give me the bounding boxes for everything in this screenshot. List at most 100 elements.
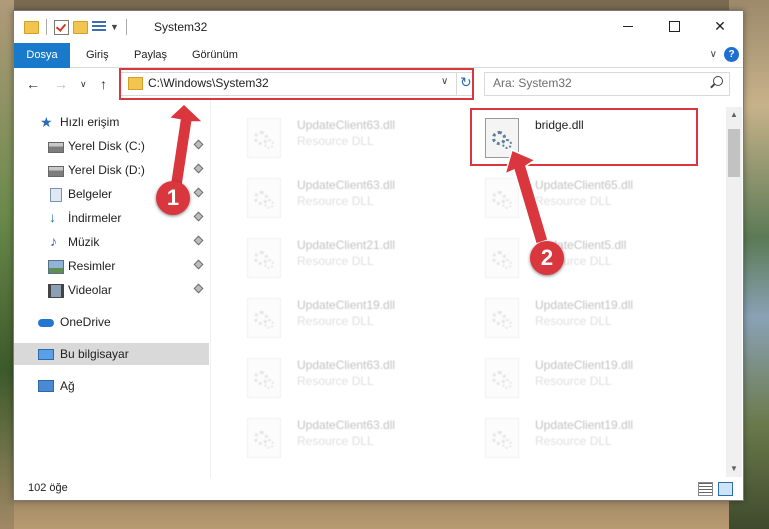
maximize-button[interactable] <box>651 11 697 41</box>
file-item[interactable]: UpdateClient19.dll Resource DLL <box>211 290 421 346</box>
file-type: Resource DLL <box>297 134 374 148</box>
dll-file-icon <box>247 358 281 398</box>
address-bar-highlight <box>119 68 474 100</box>
window-title: System32 <box>154 20 208 34</box>
back-arrow-icon[interactable]: ← <box>26 76 40 92</box>
file-name: UpdateClient63.dll <box>297 358 396 372</box>
sidebar-item-label: İndirmeler <box>68 211 122 225</box>
sidebar-item-label: OneDrive <box>60 315 111 329</box>
file-item[interactable]: UpdateClient21.dll Resource DLL <box>211 230 421 286</box>
file-name: UpdateClient65.dll <box>535 178 634 192</box>
search-box[interactable] <box>484 72 730 96</box>
details-view-icon[interactable] <box>698 482 713 496</box>
pictures-icon <box>48 260 64 274</box>
scrollbar-thumb[interactable] <box>728 129 740 177</box>
dll-file-icon <box>485 358 519 398</box>
sidebar-item-label: Ağ <box>60 379 75 393</box>
file-item[interactable]: UpdateClient19.dll Resource DLL <box>449 350 659 406</box>
window-controls: ✕ <box>605 11 743 41</box>
close-button[interactable]: ✕ <box>697 11 743 41</box>
sidebar-item-network[interactable]: Ağ <box>14 375 209 397</box>
large-icons-view-icon[interactable] <box>718 482 733 496</box>
sidebar-item-label: Yerel Disk (D:) <box>68 163 145 177</box>
file-item[interactable]: UpdateClient19.dll Resource DLL <box>449 290 659 346</box>
file-item[interactable]: UpdateClient63.dll Resource DLL <box>211 110 421 166</box>
minimize-button[interactable] <box>605 11 651 41</box>
this-pc-icon <box>38 349 54 360</box>
minimize-icon <box>623 25 633 27</box>
sidebar-item-music[interactable]: ♪ Müzik <box>14 231 209 253</box>
tab-view[interactable]: Görünüm <box>184 43 246 67</box>
navigation-pane: ★ Hızlı erişim Yerel Disk (C:) Yerel Dis… <box>14 107 209 477</box>
recent-locations-chevron-icon[interactable]: ∨ <box>80 79 87 90</box>
pin-icon[interactable] <box>193 187 204 198</box>
local-disk-icon <box>48 166 64 177</box>
vertical-scrollbar[interactable]: ▲ ▼ <box>726 107 742 477</box>
documents-icon <box>50 188 62 202</box>
properties-check-icon[interactable] <box>54 19 69 35</box>
status-bar: 102 öğe <box>14 478 743 500</box>
forward-arrow-icon[interactable]: → <box>54 76 68 92</box>
sidebar-item-label: Videolar <box>68 283 112 297</box>
quick-access-toolbar: ▼ <box>24 19 130 35</box>
file-item[interactable]: UpdateClient65.dll Resource DLL <box>449 170 659 226</box>
pin-icon[interactable] <box>193 283 204 294</box>
up-arrow-icon[interactable]: ↑ <box>100 76 107 92</box>
file-type: Resource DLL <box>535 314 612 328</box>
sidebar-item-videos[interactable]: Videolar <box>14 279 209 301</box>
file-name: UpdateClient63.dll <box>297 418 396 432</box>
bridge-dll-highlight <box>470 108 698 166</box>
file-name: UpdateClient21.dll <box>297 238 396 252</box>
file-name: UpdateClient19.dll <box>297 298 396 312</box>
expand-ribbon-chevron-icon[interactable]: ∨ <box>710 49 717 60</box>
network-icon <box>38 380 54 392</box>
step-badge-1: 1 <box>156 181 190 215</box>
file-item[interactable]: UpdateClient63.dll Resource DLL <box>211 170 421 226</box>
close-icon: ✕ <box>714 17 726 34</box>
sidebar-item-pictures[interactable]: Resimler <box>14 255 209 277</box>
search-icon[interactable] <box>713 76 723 86</box>
local-disk-icon <box>48 142 64 153</box>
file-item[interactable]: UpdateClient63.dll Resource DLL <box>211 350 421 406</box>
pin-icon[interactable] <box>193 235 204 246</box>
sidebar-item-local-disk-d[interactable]: Yerel Disk (D:) <box>14 159 209 181</box>
customize-toolbar-chevron-icon[interactable]: ▼ <box>110 22 119 32</box>
sidebar-item-label: Belgeler <box>68 187 113 201</box>
pin-icon[interactable] <box>193 211 204 222</box>
tab-home[interactable]: Giriş <box>78 43 117 67</box>
tab-share[interactable]: Paylaş <box>126 43 175 67</box>
dll-file-icon <box>247 298 281 338</box>
file-type: Resource DLL <box>297 194 374 208</box>
pin-icon[interactable] <box>193 139 204 150</box>
new-folder-icon[interactable] <box>73 20 88 34</box>
dll-file-icon <box>247 178 281 218</box>
file-type: Resource DLL <box>535 194 612 208</box>
file-item[interactable]: UpdateClient19.dll Resource DLL <box>449 410 659 466</box>
file-type: Resource DLL <box>297 434 374 448</box>
scroll-up-arrow-icon[interactable]: ▲ <box>726 107 742 123</box>
dll-file-icon <box>247 238 281 278</box>
properties-icon[interactable] <box>92 21 106 33</box>
item-count: 102 öğe <box>28 482 68 494</box>
help-icon[interactable]: ? <box>724 47 739 62</box>
pin-icon[interactable] <box>193 259 204 270</box>
sidebar-item-local-disk-c[interactable]: Yerel Disk (C:) <box>14 135 209 157</box>
file-name: UpdateClient19.dll <box>535 298 634 312</box>
scroll-down-arrow-icon[interactable]: ▼ <box>726 461 742 477</box>
toolbar-divider <box>46 19 47 35</box>
sidebar-item-label: Yerel Disk (C:) <box>68 139 145 153</box>
file-item[interactable]: UpdateClient63.dll Resource DLL <box>211 410 421 466</box>
dll-file-icon <box>485 238 519 278</box>
file-type: Resource DLL <box>297 314 374 328</box>
search-input[interactable] <box>485 73 703 93</box>
step-badge-2: 2 <box>530 241 564 275</box>
sidebar-item-onedrive[interactable]: OneDrive <box>14 311 209 333</box>
ribbon-tabs: Dosya Giriş Paylaş Görünüm ∨ ? <box>14 43 743 99</box>
videos-icon <box>48 284 64 298</box>
pin-icon[interactable] <box>193 163 204 174</box>
toolbar-divider <box>125 19 127 35</box>
dll-file-icon <box>247 118 281 158</box>
sidebar-item-quick-access[interactable]: ★ Hızlı erişim <box>14 111 209 133</box>
sidebar-item-this-pc[interactable]: Bu bilgisayar <box>14 343 209 365</box>
onedrive-icon <box>38 319 54 327</box>
